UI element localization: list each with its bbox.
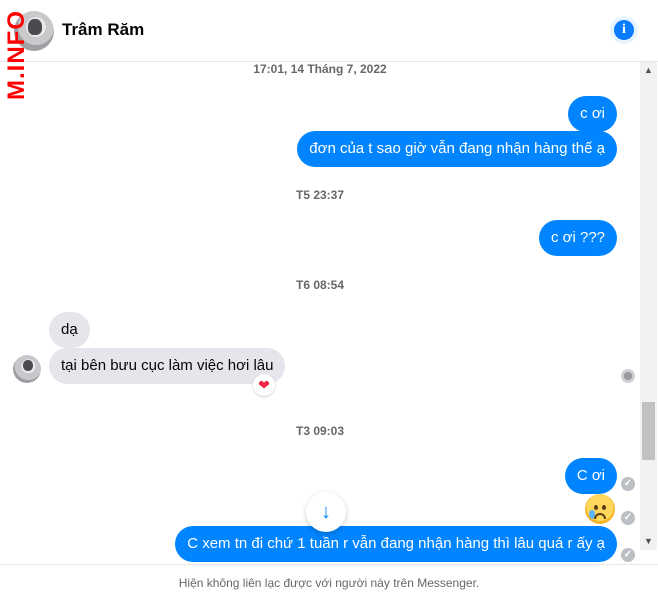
conversation-header: M.INFO Trâm Răm i <box>0 0 658 100</box>
seen-avatar-icon <box>621 369 635 383</box>
sad-tear-emoji-icon[interactable] <box>585 494 615 524</box>
message-bubble[interactable]: c ơi ??? <box>538 220 617 256</box>
message-bubble[interactable]: tại bên bưu cục làm việc hơi lâu <box>49 348 286 384</box>
scroll-down-arrow-icon[interactable]: ▼ <box>640 533 657 550</box>
message-bubble[interactable]: đơn của t sao giờ vẫn đang nhận hàng thế… <box>297 131 617 167</box>
scrollbar-thumb[interactable] <box>642 402 655 460</box>
arrow-down-icon: ↓ <box>321 500 331 523</box>
heart-reaction-icon[interactable]: ❤ <box>253 374 275 396</box>
message-bubble[interactable]: dạ <box>49 312 90 348</box>
delivered-check-icon: ✓ <box>621 477 635 491</box>
delivered-check-icon: ✓ <box>621 548 635 562</box>
contact-name[interactable]: Trâm Răm <box>62 20 144 40</box>
message-bubble[interactable]: c ơi <box>568 96 617 132</box>
delivered-check-icon: ✓ <box>621 511 635 525</box>
message-thread[interactable]: 17:01, 14 Tháng 7, 2022 c ơi đơn của t s… <box>0 62 640 562</box>
message-bubble[interactable]: C xem tn đi chứ 1 tuần r vẫn đang nhận h… <box>175 526 617 562</box>
thread-scrollbar[interactable]: ▲ ▼ <box>640 62 657 550</box>
unavailable-notice: Hiện không liên lạc được với người này t… <box>0 564 658 601</box>
timestamp: T6 08:54 <box>295 278 345 292</box>
contact-avatar-small <box>13 355 41 383</box>
scroll-to-bottom-button[interactable]: ↓ <box>306 492 346 532</box>
conversation-info-button[interactable]: i <box>610 16 638 44</box>
timestamp: T5 23:37 <box>295 188 345 202</box>
info-icon: i <box>614 20 634 40</box>
message-bubble[interactable]: C ơi <box>564 458 617 494</box>
timestamp: 17:01, 14 Tháng 7, 2022 <box>253 62 387 76</box>
scroll-up-arrow-icon[interactable]: ▲ <box>640 62 657 79</box>
timestamp: T3 09:03 <box>295 424 345 438</box>
